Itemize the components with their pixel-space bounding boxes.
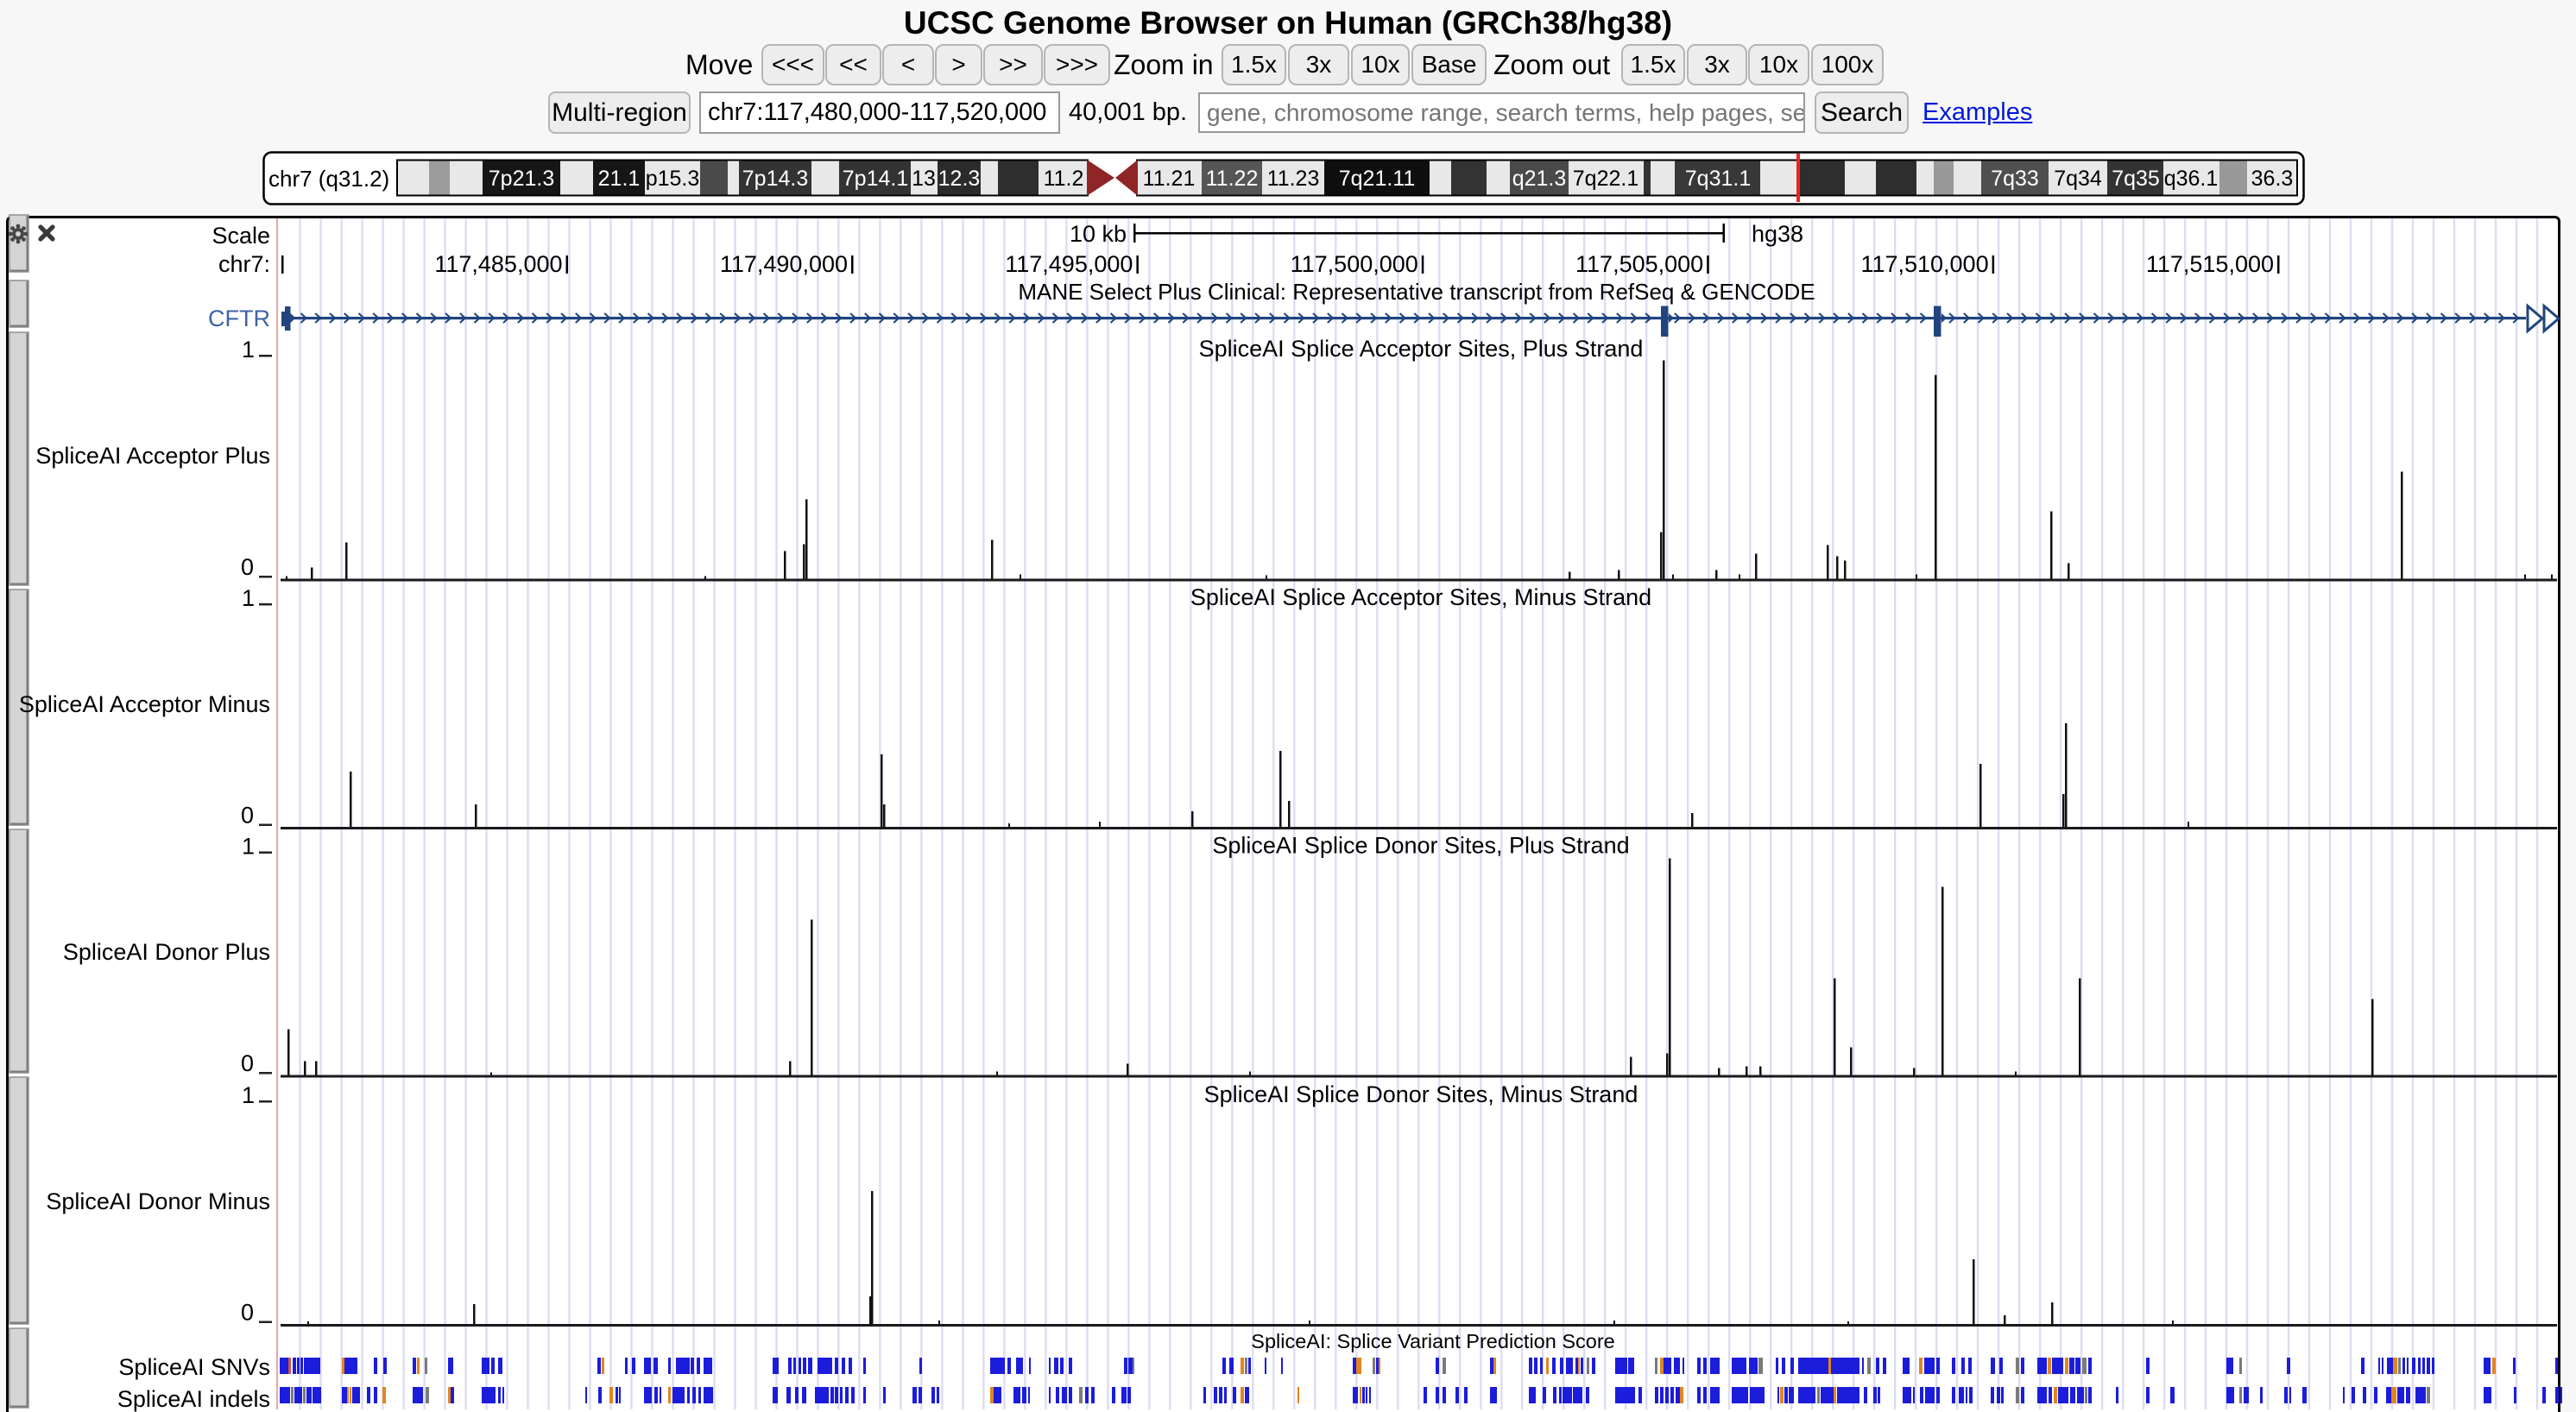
svg-text:1: 1	[242, 1082, 255, 1108]
svg-text:SpliceAI Splice Donor Sites, M: SpliceAI Splice Donor Sites, Minus Stran…	[1204, 1081, 1638, 1107]
svg-text:11.22: 11.22	[1206, 167, 1259, 191]
svg-text:hg38: hg38	[1752, 221, 1803, 247]
svg-text:SpliceAI Acceptor Plus: SpliceAI Acceptor Plus	[35, 443, 270, 469]
svg-text:0: 0	[241, 1050, 254, 1076]
svg-text:0: 0	[241, 1300, 254, 1326]
svg-text:7q31.1: 7q31.1	[1685, 167, 1751, 191]
svg-text:chr7 (q31.2): chr7 (q31.2)	[268, 166, 389, 192]
svg-text:0: 0	[241, 554, 254, 580]
svg-text:7q34: 7q34	[2054, 167, 2102, 191]
svg-text:SpliceAI: Splice Variant Predi: SpliceAI: Splice Variant Prediction Scor…	[1251, 1330, 1614, 1352]
svg-text:q36.1: q36.1	[2164, 167, 2219, 191]
svg-text:7q21.11: 7q21.11	[1339, 167, 1416, 191]
svg-text:7q35: 7q35	[2112, 167, 2160, 191]
svg-text:chr7:: chr7:	[218, 251, 270, 277]
svg-text:117,495,000: 117,495,000	[1005, 251, 1133, 277]
svg-text:SpliceAI Splice Acceptor Sites: SpliceAI Splice Acceptor Sites, Minus St…	[1190, 584, 1651, 610]
svg-text:10 kb: 10 kb	[1070, 221, 1127, 247]
svg-text:Scale: Scale	[212, 223, 270, 249]
svg-text:SpliceAI indels: SpliceAI indels	[117, 1386, 270, 1412]
svg-text:117,515,000: 117,515,000	[2146, 251, 2274, 277]
svg-text:CFTR: CFTR	[208, 306, 270, 331]
svg-text:117,505,000: 117,505,000	[1575, 251, 1703, 277]
svg-text:1: 1	[242, 337, 255, 362]
svg-text:SpliceAI SNVs: SpliceAI SNVs	[118, 1354, 270, 1380]
svg-text:117,490,000: 117,490,000	[720, 251, 848, 277]
svg-text:1: 1	[242, 585, 255, 611]
svg-text:11.21: 11.21	[1143, 167, 1196, 191]
svg-text:p15.3: p15.3	[646, 167, 700, 191]
svg-text:SpliceAI Splice Acceptor Sites: SpliceAI Splice Acceptor Sites, Plus Str…	[1199, 336, 1644, 362]
svg-text:SpliceAI Donor Minus: SpliceAI Donor Minus	[46, 1188, 270, 1214]
svg-text:11.23: 11.23	[1267, 167, 1320, 191]
svg-text:7p14.1: 7p14.1	[843, 167, 908, 191]
svg-text:7p14.3: 7p14.3	[742, 167, 808, 191]
svg-text:MANE Select Plus Clinical: Rep: MANE Select Plus Clinical: Representativ…	[1018, 279, 1815, 305]
svg-text:12.3: 12.3	[938, 167, 981, 191]
svg-text:11.2: 11.2	[1044, 167, 1084, 191]
svg-text:7p21.3: 7p21.3	[489, 167, 554, 191]
svg-text:21.1: 21.1	[598, 167, 641, 191]
svg-text:SpliceAI Donor Plus: SpliceAI Donor Plus	[63, 939, 270, 965]
svg-text:SpliceAI Splice Donor Sites, P: SpliceAI Splice Donor Sites, Plus Strand	[1212, 833, 1629, 859]
svg-text:117,500,000: 117,500,000	[1291, 251, 1418, 277]
svg-text:117,485,000: 117,485,000	[434, 251, 562, 277]
svg-text:q21.3: q21.3	[1512, 167, 1567, 191]
svg-text:117,510,000: 117,510,000	[1860, 251, 1988, 277]
svg-text:SpliceAI Acceptor Minus: SpliceAI Acceptor Minus	[19, 691, 270, 717]
svg-text:0: 0	[241, 803, 254, 829]
svg-text:7q33: 7q33	[1991, 167, 2039, 191]
svg-text:1: 1	[242, 834, 255, 860]
svg-text:7q22.1: 7q22.1	[1573, 167, 1638, 191]
svg-text:13: 13	[912, 167, 936, 191]
svg-text:36.3: 36.3	[2251, 167, 2294, 191]
